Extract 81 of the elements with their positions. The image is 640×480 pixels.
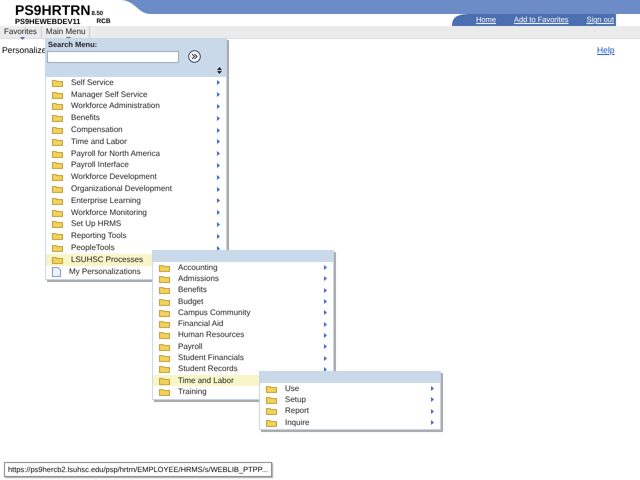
menu-item[interactable]: Time and Labor (46, 136, 226, 148)
folder-icon (52, 185, 63, 194)
menu-item[interactable]: Set Up HRMS (46, 218, 226, 230)
folder-icon (266, 407, 277, 416)
folder-icon (52, 138, 63, 146)
submenu-arrow-icon (217, 80, 220, 86)
folder-icon (52, 256, 63, 264)
menu-item[interactable]: Benefits (153, 284, 333, 296)
submenu-arrow-icon (431, 408, 434, 414)
submenu-arrow-icon (217, 128, 220, 133)
submenu-arrow-icon (217, 246, 220, 251)
folder-icon (52, 161, 63, 170)
folder-icon (159, 274, 170, 283)
submenu-arrow-icon (217, 151, 220, 156)
folder-icon (52, 102, 63, 110)
menu-item[interactable]: Student Financials (153, 352, 333, 364)
menu-item[interactable]: Workforce Administration (46, 100, 226, 112)
menu-item[interactable]: Report (260, 406, 440, 417)
folder-icon (52, 126, 63, 134)
folder-icon (52, 196, 63, 205)
menu-item[interactable]: Enterprise Learning (46, 194, 226, 207)
caret-icon (20, 37, 26, 40)
menu-item[interactable]: Compensation (46, 124, 226, 136)
menu-item[interactable]: Budget (153, 296, 333, 308)
submenu-arrow-icon (324, 344, 327, 350)
folder-icon (159, 298, 170, 306)
submenu-arrow-icon (217, 186, 220, 192)
menu-item[interactable]: Workforce Development (46, 171, 226, 184)
menu-item[interactable]: Workforce Monitoring (46, 206, 226, 219)
menu-item[interactable]: Setup (260, 394, 440, 406)
folder-icon (52, 150, 63, 158)
menu-item[interactable]: Human Resources (153, 330, 333, 342)
menu-item[interactable]: Manager Self Service (46, 88, 226, 101)
submenu-arrow-icon (217, 139, 220, 144)
folder-icon (159, 331, 170, 340)
menu-item[interactable]: Organizational Development (46, 183, 226, 195)
menu-item[interactable]: Payroll Interface (46, 160, 226, 172)
document-icon (52, 266, 61, 277)
folder-icon (159, 286, 170, 294)
menu-item[interactable]: Campus Community (153, 307, 333, 318)
folder-icon (52, 90, 63, 99)
sort-icon[interactable] (217, 67, 222, 74)
menu-item[interactable]: Reporting Tools (46, 230, 226, 242)
search-go-icon[interactable] (188, 50, 201, 63)
folder-icon (52, 114, 63, 122)
folder-icon (159, 376, 170, 385)
folder-icon (159, 342, 170, 351)
folder-icon (159, 308, 170, 317)
submenu-arrow-icon (217, 92, 220, 98)
folder-icon (52, 232, 63, 240)
folder-icon (52, 208, 63, 217)
menu-item[interactable]: Payroll (153, 341, 333, 352)
submenu-arrow-icon (217, 116, 220, 121)
system-name: PS9HRTRN (15, 3, 90, 17)
submenu-arrow-icon (217, 174, 220, 180)
folder-icon (266, 418, 277, 427)
submenu-arrow-icon (217, 234, 220, 239)
menu-item[interactable]: PeopleTools (46, 242, 226, 254)
submenu-arrow-icon (217, 104, 220, 109)
submenu-arrow-icon (431, 420, 434, 426)
menu-item[interactable]: Benefits (46, 112, 226, 124)
folder-icon (52, 173, 63, 182)
menu-item[interactable]: Admissions (153, 273, 333, 285)
menu-item[interactable]: Financial Aid (153, 318, 333, 330)
folder-icon (52, 220, 63, 228)
menu-item[interactable]: Inquire (260, 416, 440, 428)
menu-item[interactable]: Student Records (153, 364, 333, 375)
search-field[interactable] (47, 50, 179, 62)
submenu-arrow-icon (217, 162, 220, 168)
submenu-arrow-icon (324, 288, 327, 293)
help-link[interactable]: Help (597, 45, 614, 55)
folder-icon (266, 396, 277, 404)
submenu-arrow-icon (217, 198, 220, 204)
menu-item[interactable]: Payroll for North America (46, 148, 226, 160)
folder-icon (159, 320, 170, 328)
page-title: Personalize (2, 45, 46, 55)
menu-item[interactable]: Self Service (46, 77, 226, 89)
folder-icon (159, 354, 170, 362)
nav-menu[interactable]: Favorites (0, 26, 42, 38)
submenu-arrow-icon (217, 210, 220, 216)
submenu-arrow-icon (217, 222, 220, 227)
